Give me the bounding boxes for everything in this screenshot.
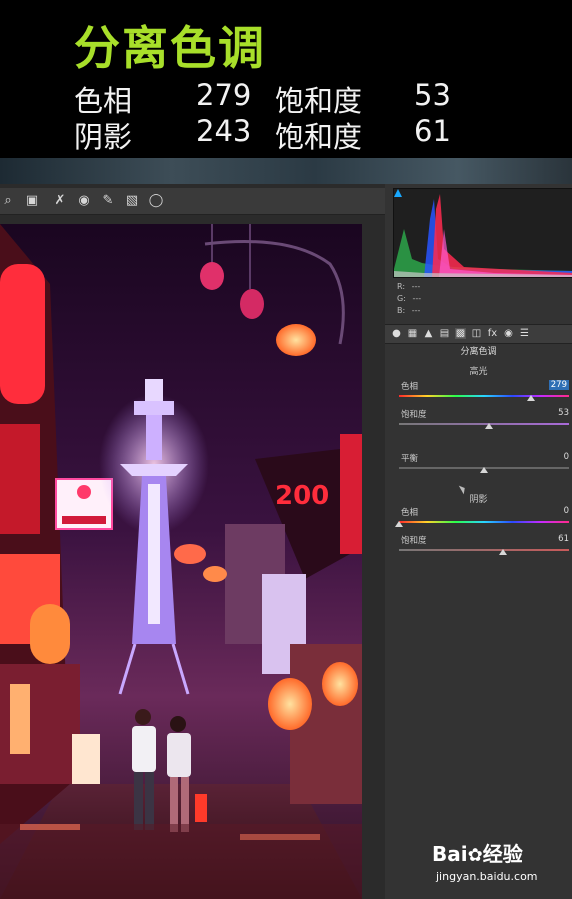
slider-label: 色相 [401, 382, 419, 392]
slider-thumb[interactable] [485, 423, 494, 429]
section-shadows: 阴影 [469, 495, 488, 505]
readout-b: B: --- [397, 306, 420, 316]
detail-icon[interactable]: ▲ [423, 328, 434, 339]
photo-preview[interactable]: 200 [0, 224, 362, 899]
watermark-url: jingyan.baidu.com [436, 870, 538, 883]
watermark-brand-text: Bai [432, 842, 468, 866]
section-highlights: 高光 [469, 367, 488, 377]
caption-row-highlight: 色相 279 饱和度 53 [0, 78, 572, 118]
caption-value: 61 [414, 114, 451, 148]
readout-value: --- [412, 294, 422, 303]
slider-value[interactable]: 279 [548, 380, 569, 390]
gradient-icon[interactable]: ▧ [124, 193, 140, 209]
saturation-track [399, 549, 569, 551]
slider-label: 饱和度 [401, 410, 427, 420]
spot-removal-icon[interactable]: ✗ [52, 193, 68, 209]
readout-g: G: --- [397, 294, 421, 304]
slider-thumb[interactable] [480, 467, 488, 473]
red-eye-icon[interactable]: ◉ [76, 193, 92, 209]
photo-canvas: 200 [0, 224, 362, 899]
caption-title: 分离色调 [74, 21, 266, 75]
hsl-icon[interactable]: ▤ [439, 328, 450, 339]
lens-icon[interactable]: ◫ [471, 328, 482, 339]
caption-banner: 分离色调 色相 279 饱和度 53 阴影 243 饱和度 61 [0, 0, 572, 158]
crop-icon[interactable]: ▣ [24, 193, 40, 209]
readout-r: R: --- [397, 282, 420, 292]
slider-thumb[interactable] [395, 521, 403, 527]
svg-text:200: 200 [275, 481, 329, 511]
radial-icon[interactable]: ◯ [148, 193, 164, 209]
paw-icon: ✿ [467, 845, 483, 866]
slider-value[interactable]: 61 [558, 534, 569, 544]
slider-value[interactable]: 0 [564, 506, 569, 516]
readout-label: B: [397, 306, 406, 315]
basic-icon[interactable]: ● [391, 328, 402, 339]
panel-tabs: ● ▦ ▲ ▤ ▩ ◫ fx ◉ ☰ [385, 324, 572, 344]
caption-label: 阴影 [74, 120, 133, 154]
slider-label: 色相 [401, 508, 419, 518]
camera-icon[interactable]: ◉ [503, 328, 514, 339]
highlight-hue-slider[interactable]: 色相 279 [399, 380, 569, 406]
shadow-saturation-slider[interactable]: 饱和度 61 [399, 534, 569, 560]
slider-thumb[interactable] [526, 395, 535, 401]
zoom-icon[interactable]: ⌕ [0, 193, 16, 209]
brush-icon[interactable]: ✎ [100, 193, 116, 209]
readout-label: R: [397, 282, 406, 291]
camera-raw-window: ⌕ ▣ ✗ ◉ ✎ ▧ ◯ 200 R: --- G: --- B: --- ●… [0, 158, 572, 899]
readout-label: G: [397, 294, 406, 303]
split-toning-icon[interactable]: ▩ [455, 328, 466, 339]
caption-value: 243 [196, 114, 252, 148]
slider-label: 平衡 [401, 454, 419, 464]
balance-slider[interactable]: 平衡 0 [399, 452, 569, 478]
caption-row-shadow: 阴影 243 饱和度 61 [0, 114, 572, 154]
caption-label: 饱和度 [275, 120, 363, 154]
shadow-hue-slider[interactable]: 色相 0 [395, 506, 569, 532]
fx-icon[interactable]: fx [487, 328, 498, 339]
adjustment-panel: R: --- G: --- B: --- ● ▦ ▲ ▤ ▩ ◫ fx ◉ ☰ … [385, 184, 572, 899]
readout-value: --- [411, 306, 421, 315]
presets-icon[interactable]: ☰ [519, 328, 530, 339]
tone-curve-icon[interactable]: ▦ [407, 328, 418, 339]
histogram-graph [394, 194, 572, 277]
watermark: Bai✿经验 jingyan.baidu.com [432, 838, 567, 890]
window-backdrop [0, 158, 572, 184]
toolbar: ⌕ ▣ ✗ ◉ ✎ ▧ ◯ [0, 188, 385, 215]
highlight-saturation-slider[interactable]: 饱和度 53 [399, 408, 569, 434]
slider-value[interactable]: 0 [564, 452, 569, 462]
saturation-track [399, 423, 569, 425]
caption-value: 279 [196, 78, 252, 112]
readout-value: --- [411, 282, 421, 291]
histogram [393, 188, 572, 278]
panel-title: 分离色调 [460, 347, 497, 357]
watermark-brand-suffix: 经验 [482, 842, 523, 866]
watermark-brand: Bai✿经验 [432, 838, 523, 867]
slider-value[interactable]: 53 [558, 408, 569, 418]
hue-track [399, 521, 569, 523]
hue-track [399, 395, 569, 397]
slider-label: 饱和度 [401, 536, 427, 546]
slider-thumb[interactable] [498, 549, 507, 555]
caption-value: 53 [414, 78, 451, 112]
